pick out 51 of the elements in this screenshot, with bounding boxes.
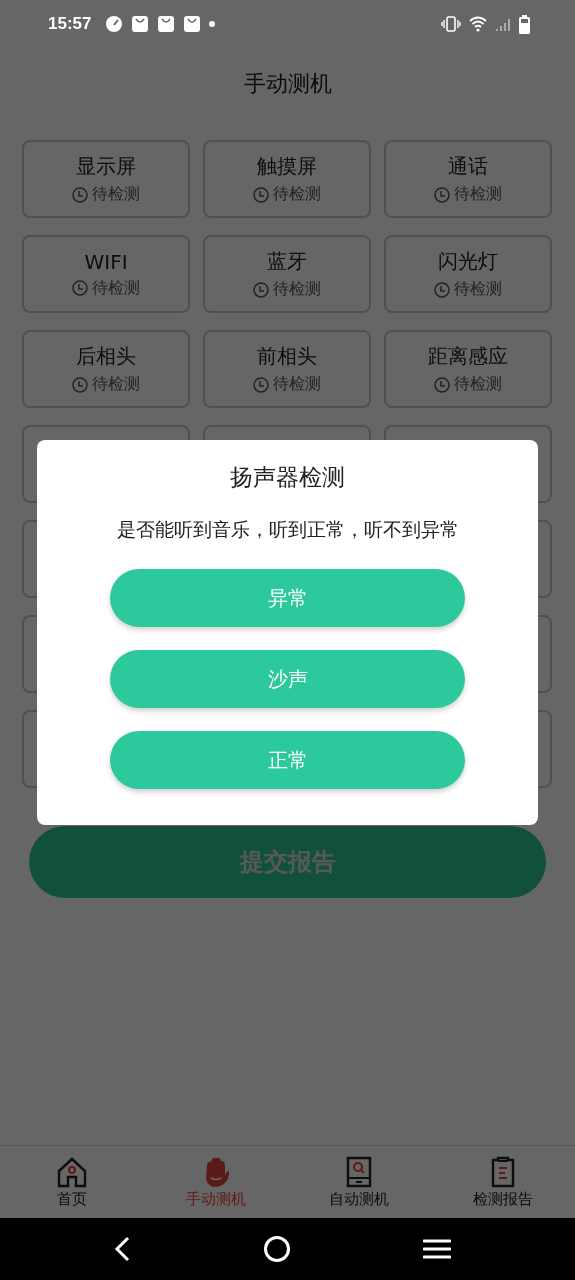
test-item-card[interactable]: 触摸屏 待检测 bbox=[203, 140, 371, 218]
nav-tab[interactable]: 首页 bbox=[0, 1146, 144, 1218]
signal-icon bbox=[495, 16, 511, 32]
option-button[interactable]: 异常 bbox=[110, 569, 465, 627]
status-time: 15:57 bbox=[48, 14, 92, 34]
test-item-card[interactable]: 通话 待检测 bbox=[384, 140, 552, 218]
clock-icon bbox=[253, 376, 269, 393]
clock-icon bbox=[434, 186, 450, 203]
test-item-card[interactable]: 前相头 待检测 bbox=[203, 330, 371, 408]
status-text: 待检测 bbox=[92, 374, 140, 395]
shopping-bag-icon bbox=[157, 15, 176, 33]
status-text: 待检测 bbox=[454, 374, 502, 395]
test-item-card[interactable]: 后相头 待检测 bbox=[22, 330, 190, 408]
battery-icon bbox=[519, 14, 530, 34]
status-text: 待检测 bbox=[454, 279, 502, 300]
gauge-icon bbox=[105, 15, 124, 33]
page-title: 手动测机 bbox=[243, 70, 332, 98]
clock-icon bbox=[72, 186, 88, 203]
back-icon[interactable] bbox=[114, 1236, 130, 1262]
nav-tab[interactable]: 手动测机 bbox=[143, 1146, 288, 1218]
vibrate-icon bbox=[441, 16, 461, 32]
test-item-card[interactable]: 蓝牙 待检测 bbox=[203, 235, 371, 313]
shopping-bag-icon bbox=[183, 15, 202, 33]
status-text: 待检测 bbox=[454, 184, 502, 205]
clock-icon bbox=[434, 376, 450, 393]
clock-icon bbox=[72, 376, 88, 393]
dialog-message: 是否能听到音乐，听到正常，听不到异常 bbox=[116, 517, 459, 542]
clock-icon bbox=[253, 186, 269, 203]
wifi-icon bbox=[469, 16, 487, 32]
menu-icon[interactable] bbox=[423, 1238, 451, 1260]
status-text: 待检测 bbox=[92, 184, 140, 205]
status-text: 待检测 bbox=[273, 279, 321, 300]
home-circle-icon[interactable] bbox=[262, 1235, 291, 1263]
option-button[interactable]: 正常 bbox=[110, 731, 465, 789]
clock-icon bbox=[72, 280, 88, 296]
status-text: 待检测 bbox=[92, 277, 140, 299]
clock-icon bbox=[434, 281, 450, 298]
status-text: 待检测 bbox=[273, 374, 321, 395]
test-item-card[interactable]: 闪光灯 待检测 bbox=[384, 235, 552, 313]
test-item-card[interactable]: 距离感应 待检测 bbox=[384, 330, 552, 408]
status-text: 待检测 bbox=[273, 184, 321, 205]
dot-icon bbox=[209, 21, 216, 27]
home-icon bbox=[55, 1155, 88, 1188]
test-item-card[interactable]: WIFI 待检测 bbox=[22, 235, 190, 313]
dialog-title: 扬声器检测 bbox=[230, 463, 345, 492]
clock-icon bbox=[253, 281, 269, 298]
nav-tab[interactable]: 检测报告 bbox=[431, 1146, 575, 1218]
nav-tab[interactable]: 自动测机 bbox=[287, 1146, 432, 1218]
test-item-card[interactable]: 显示屏 待检测 bbox=[22, 140, 190, 218]
shopping-bag-icon bbox=[131, 15, 150, 33]
option-button[interactable]: 沙声 bbox=[110, 650, 465, 708]
